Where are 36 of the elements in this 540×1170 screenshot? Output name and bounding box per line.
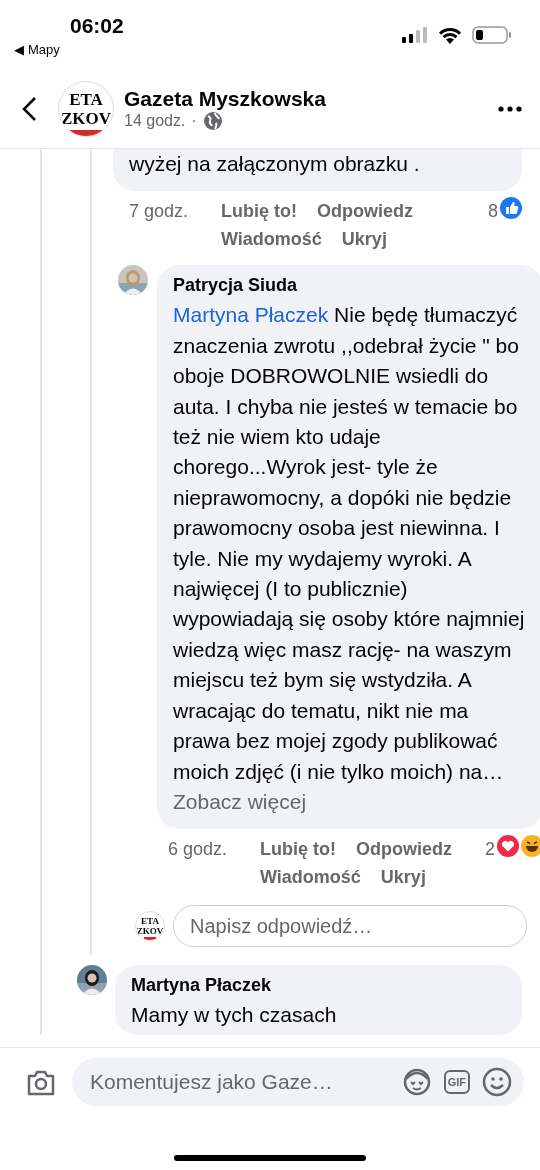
post-time: 14 godz. [124,112,186,130]
back-app-label[interactable]: Mapy [28,42,60,57]
avatar-sticker-icon[interactable] [401,1067,432,1097]
comment-action[interactable]: Odpowiedz [356,835,452,864]
comment-text: Martyna Płaczek Nie będę tłumaczyć znaczenia zwrotu ,,odebrał życie " bo oboje DOBROWOLNIE wsiedli do auta. I chyba nie jesteś w temacie bo też nie wiem kto udaje chorego...Wyrok jest- tyle że nieprawomocny, a dopóki nie będzie prawomocny osoba jest niewinna. I tyle. Nie my wydajemy wyroki. A najwięcej (I to publicznie) wypowiadają się osoby które najmniej wiedzą więc masz rację- na waszym miejscu też bym się wstydziła. A wracając do tematu, nikt nie ma prawa bez mojej zgody publikować moich zdjęć (i nie tylko moich) na… Zobacz więcej [173,302,526,815]
comment-action[interactable]: Odpowiedz [317,197,413,226]
comment-action[interactable]: Lubię to! [221,197,297,226]
more-icon[interactable] [498,106,522,112]
back-arrow-icon[interactable]: ◀ [14,42,24,57]
comment-action[interactable]: Lubię to! [260,835,336,864]
author-name[interactable]: Patrycja Siuda [173,275,527,297]
status-time: 06:02 [70,14,124,38]
camera-icon[interactable] [26,1070,56,1096]
wifi-icon [438,26,462,44]
comment-time: 6 godz. [168,838,229,862]
battery-icon [472,26,512,44]
reaction-count: 2 [485,838,495,862]
signal-icon [402,27,428,43]
comment-field[interactable]: Komentujesz jako Gaze… GIF [72,1058,524,1106]
mention-link[interactable]: Martyna Płaczek [173,303,329,327]
comment-action[interactable]: Ukryj [341,225,387,254]
globe-icon [202,111,223,131]
author-name[interactable]: Martyna Płaczek [131,975,506,997]
emoji-icon[interactable] [482,1067,512,1097]
gif-button[interactable]: GIF [443,1070,470,1094]
reply-field[interactable]: Napisz odpowiedź… [173,905,527,948]
comment-time: 7 godz. [129,200,190,224]
comment-action[interactable]: Wiadomość [221,225,322,254]
comment-action[interactable]: Ukryj [380,863,426,892]
comment-text: wyżej na załączonym obrazku . [129,151,421,177]
page-title[interactable]: Gazeta Myszkowska [124,87,498,111]
separator-dot: · [191,112,197,130]
see-more-link[interactable]: Zobacz więcej [173,789,307,813]
comment-action[interactable]: Wiadomość [260,863,361,892]
reaction-count: 8 [488,200,498,224]
comment-text: Mamy w tych czasach [131,1002,338,1029]
